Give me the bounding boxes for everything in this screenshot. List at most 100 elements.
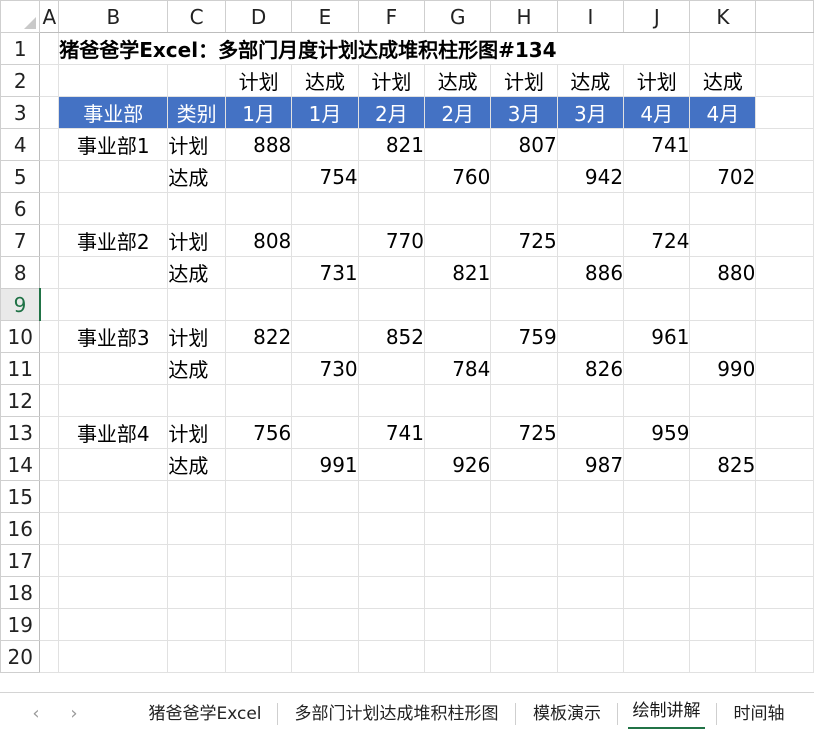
cell-B11[interactable] xyxy=(58,352,169,385)
row-header-19[interactable]: 19 xyxy=(0,608,41,641)
empty-cell[interactable] xyxy=(167,640,226,673)
row-header-6[interactable]: 6 xyxy=(0,192,41,225)
cell-L7[interactable] xyxy=(755,224,814,257)
empty-cell[interactable] xyxy=(357,576,426,609)
value-cell[interactable]: 754 xyxy=(291,160,359,193)
empty-cell[interactable] xyxy=(224,576,293,609)
value-cell[interactable] xyxy=(490,256,558,289)
table-header-cell[interactable]: 2月 xyxy=(424,96,492,129)
value-cell[interactable] xyxy=(424,320,492,353)
empty-cell[interactable] xyxy=(556,544,625,577)
empty-cell[interactable] xyxy=(689,512,757,545)
empty-cell[interactable] xyxy=(167,384,226,417)
value-cell[interactable] xyxy=(623,160,691,193)
cell-L14[interactable] xyxy=(755,448,814,481)
value-cell[interactable] xyxy=(689,128,757,161)
cell-A4[interactable] xyxy=(39,128,60,161)
cell-A12[interactable] xyxy=(39,384,60,417)
row-header-2[interactable]: 2 xyxy=(0,64,41,97)
cell-A10[interactable] xyxy=(39,320,60,353)
empty-cell[interactable] xyxy=(623,608,691,641)
empty-cell[interactable] xyxy=(689,288,757,321)
value-cell[interactable]: 821 xyxy=(424,256,492,289)
empty-cell[interactable] xyxy=(224,480,293,513)
cell-A18[interactable] xyxy=(39,576,60,609)
column-header-B[interactable]: B xyxy=(58,0,169,33)
empty-cell[interactable] xyxy=(689,544,757,577)
empty-cell[interactable] xyxy=(167,608,226,641)
select-all-corner[interactable] xyxy=(0,0,41,33)
empty-cell[interactable] xyxy=(291,544,359,577)
empty-cell[interactable] xyxy=(623,544,691,577)
value-cell[interactable]: 807 xyxy=(490,128,558,161)
empty-cell[interactable] xyxy=(490,608,558,641)
empty-cell[interactable] xyxy=(357,288,426,321)
cell-L11[interactable] xyxy=(755,352,814,385)
value-cell[interactable]: 731 xyxy=(291,256,359,289)
cell-A8[interactable] xyxy=(39,256,60,289)
empty-cell[interactable] xyxy=(755,384,814,417)
cell-A1[interactable] xyxy=(39,32,60,65)
sheet-tab-template[interactable]: 模板演示 xyxy=(521,693,613,735)
value-cell[interactable] xyxy=(291,320,359,353)
empty-cell[interactable] xyxy=(291,480,359,513)
cell-L5[interactable] xyxy=(755,160,814,193)
empty-cell[interactable] xyxy=(623,480,691,513)
empty-cell[interactable] xyxy=(357,608,426,641)
cell-A16[interactable] xyxy=(39,512,60,545)
department-name[interactable]: 事业部2 xyxy=(58,224,169,257)
column-header-G[interactable]: G xyxy=(424,0,492,33)
empty-cell[interactable] xyxy=(357,544,426,577)
cell-row2-7[interactable]: 达成 xyxy=(689,64,757,97)
category-actual[interactable]: 达成 xyxy=(167,160,226,193)
value-cell[interactable] xyxy=(224,160,293,193)
cell-A5[interactable] xyxy=(39,160,60,193)
empty-cell[interactable] xyxy=(224,288,293,321)
value-cell[interactable] xyxy=(689,224,757,257)
empty-cell[interactable] xyxy=(490,640,558,673)
empty-cell[interactable] xyxy=(755,288,814,321)
empty-cell[interactable] xyxy=(490,192,558,225)
value-cell[interactable]: 826 xyxy=(556,352,625,385)
empty-cell[interactable] xyxy=(755,576,814,609)
empty-cell[interactable] xyxy=(357,640,426,673)
column-header-A[interactable]: A xyxy=(39,0,60,33)
value-cell[interactable] xyxy=(490,352,558,385)
value-cell[interactable]: 730 xyxy=(291,352,359,385)
empty-cell[interactable] xyxy=(623,288,691,321)
empty-cell[interactable] xyxy=(755,640,814,673)
row-header-9[interactable]: 9 xyxy=(0,288,41,321)
value-cell[interactable]: 942 xyxy=(556,160,625,193)
row-header-11[interactable]: 11 xyxy=(0,352,41,385)
chevron-right-icon[interactable]: › xyxy=(64,702,84,726)
empty-cell[interactable] xyxy=(224,544,293,577)
value-cell[interactable]: 987 xyxy=(556,448,625,481)
cell-A11[interactable] xyxy=(39,352,60,385)
cell-B5[interactable] xyxy=(58,160,169,193)
empty-cell[interactable] xyxy=(424,608,492,641)
empty-cell[interactable] xyxy=(490,480,558,513)
row-header-10[interactable]: 10 xyxy=(0,320,41,353)
value-cell[interactable] xyxy=(689,416,757,449)
category-plan[interactable]: 计划 xyxy=(167,128,226,161)
table-header-cell[interactable]: 3月 xyxy=(490,96,558,129)
empty-cell[interactable] xyxy=(291,288,359,321)
cell-A13[interactable] xyxy=(39,416,60,449)
cell-A15[interactable] xyxy=(39,480,60,513)
empty-cell[interactable] xyxy=(490,544,558,577)
value-cell[interactable] xyxy=(689,320,757,353)
empty-cell[interactable] xyxy=(689,480,757,513)
empty-cell[interactable] xyxy=(623,384,691,417)
empty-cell[interactable] xyxy=(224,384,293,417)
row-header-8[interactable]: 8 xyxy=(0,256,41,289)
sheet-title[interactable]: 猪爸爸学Excel：多部门月度计划达成堆积柱形图#134 xyxy=(58,32,691,65)
cell-A14[interactable] xyxy=(39,448,60,481)
cell-A3[interactable] xyxy=(39,96,60,129)
cell-L2[interactable] xyxy=(755,64,814,97)
empty-cell[interactable] xyxy=(755,512,814,545)
row-header-1[interactable]: 1 xyxy=(0,32,41,65)
row-header-7[interactable]: 7 xyxy=(0,224,41,257)
value-cell[interactable] xyxy=(424,128,492,161)
column-header-J[interactable]: J xyxy=(623,0,691,33)
empty-cell[interactable] xyxy=(424,544,492,577)
